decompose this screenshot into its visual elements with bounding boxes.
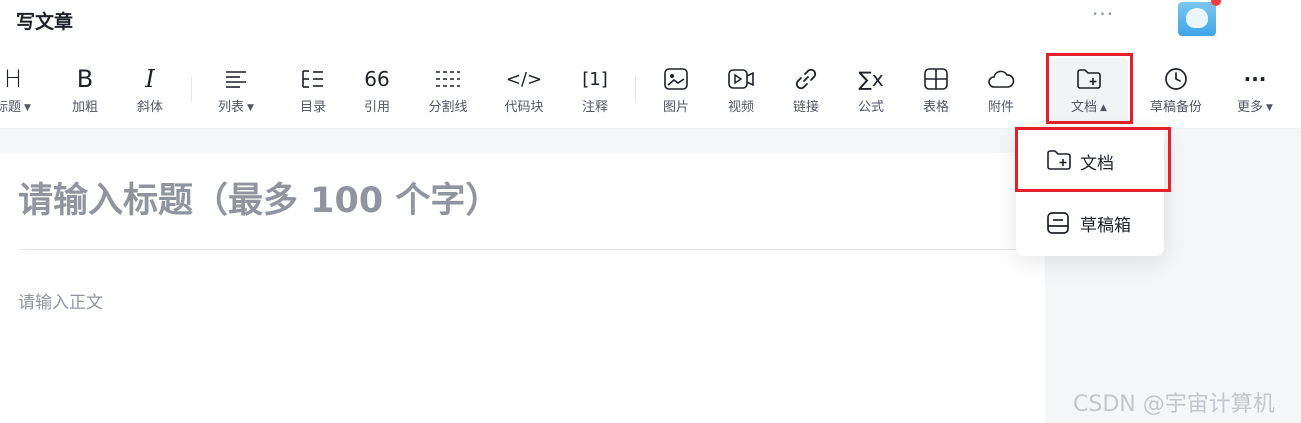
tool-more[interactable]: ··· 更多 ▼ [1224, 48, 1286, 128]
tool-bold[interactable]: B 加粗 [54, 48, 116, 128]
highlight-box-document-tool [1046, 53, 1133, 124]
video-icon [710, 66, 772, 92]
title-input[interactable] [18, 181, 1018, 221]
avatar[interactable] [1178, 2, 1216, 36]
toolbar-divider [635, 76, 636, 102]
top-header: 写文章 ··· [0, 0, 1301, 48]
footnote-icon: [1] [582, 68, 608, 90]
tool-label: 附件 [987, 100, 1014, 115]
tool-label: 注释 [581, 100, 608, 115]
page-title: 写文章 [16, 11, 74, 33]
toolbar-divider [191, 76, 192, 102]
watermark: CSDN @宇宙计算机 [1073, 392, 1275, 417]
tool-label: 目录 [299, 100, 326, 115]
tool-footnote[interactable]: [1] 注释 [564, 48, 626, 128]
tool-code-block[interactable]: </> 代码块 [491, 48, 557, 128]
caret-down-icon: ▼ [1266, 103, 1273, 113]
caret-down-icon: ▼ [24, 103, 31, 113]
toc-icon [282, 66, 344, 92]
tool-label: 代码块 [504, 100, 544, 115]
avatar-face-icon [1186, 8, 1208, 28]
tool-heading[interactable]: H 标题 ▼ [0, 48, 48, 128]
tool-list[interactable]: 列表 ▼ [205, 48, 267, 128]
tool-label: 草稿备份 [1149, 100, 1202, 115]
dropdown-item-label: 草稿箱 [1080, 216, 1131, 236]
caret-down-icon: ▼ [247, 103, 254, 113]
more-icon: ··· [1243, 67, 1267, 91]
highlight-box-dropdown-document [1015, 127, 1171, 192]
tool-label: 图片 [662, 100, 689, 115]
tool-table[interactable]: 表格 [905, 48, 967, 128]
tool-italic[interactable]: I 斜体 [119, 48, 181, 128]
tool-label: 链接 [792, 100, 819, 115]
tool-divider[interactable]: 分割线 [414, 48, 482, 128]
tool-label: 斜体 [136, 100, 163, 115]
tool-label: 公式 [857, 100, 884, 115]
tool-label: 表格 [922, 100, 949, 115]
header-more-button[interactable]: ··· [1092, 2, 1114, 26]
code-block-icon: </> [505, 68, 543, 90]
tool-video[interactable]: 视频 [710, 48, 772, 128]
tool-label: 引用 [363, 100, 390, 115]
tool-quote[interactable]: 66 引用 [346, 48, 408, 128]
tool-label: 更多 [1237, 100, 1264, 115]
quote-icon: 66 [364, 67, 390, 91]
dropdown-item-drafts[interactable]: 草稿箱 [1016, 195, 1164, 251]
bold-icon: B [76, 65, 94, 93]
list-icon [205, 66, 267, 92]
attachment-cloud-icon [970, 66, 1032, 92]
link-icon [775, 66, 837, 92]
tool-label: 分割线 [428, 100, 468, 115]
heading-icon: H [3, 65, 23, 93]
tool-image[interactable]: 图片 [645, 48, 707, 128]
tool-formula[interactable]: ∑x 公式 [840, 48, 902, 128]
editor-area [0, 153, 1045, 423]
tool-label: 列表 [218, 100, 245, 115]
tool-toc[interactable]: 目录 [282, 48, 344, 128]
tool-attachment[interactable]: 附件 [970, 48, 1032, 128]
table-icon [905, 66, 967, 92]
divider-icon [414, 66, 482, 92]
formula-icon: ∑x [858, 67, 884, 91]
tool-link[interactable]: 链接 [775, 48, 837, 128]
notification-dot [1211, 0, 1221, 6]
drafts-box-icon [1046, 211, 1072, 235]
clock-icon [1140, 66, 1212, 92]
tool-label: 视频 [727, 100, 754, 115]
image-icon [645, 66, 707, 92]
tool-label: 加粗 [71, 100, 98, 115]
italic-icon: I [145, 65, 155, 93]
title-divider [18, 249, 1018, 250]
body-input[interactable] [18, 293, 918, 313]
tool-label: 标题 [0, 100, 22, 115]
tool-draft-backup[interactable]: 草稿备份 [1140, 48, 1212, 128]
